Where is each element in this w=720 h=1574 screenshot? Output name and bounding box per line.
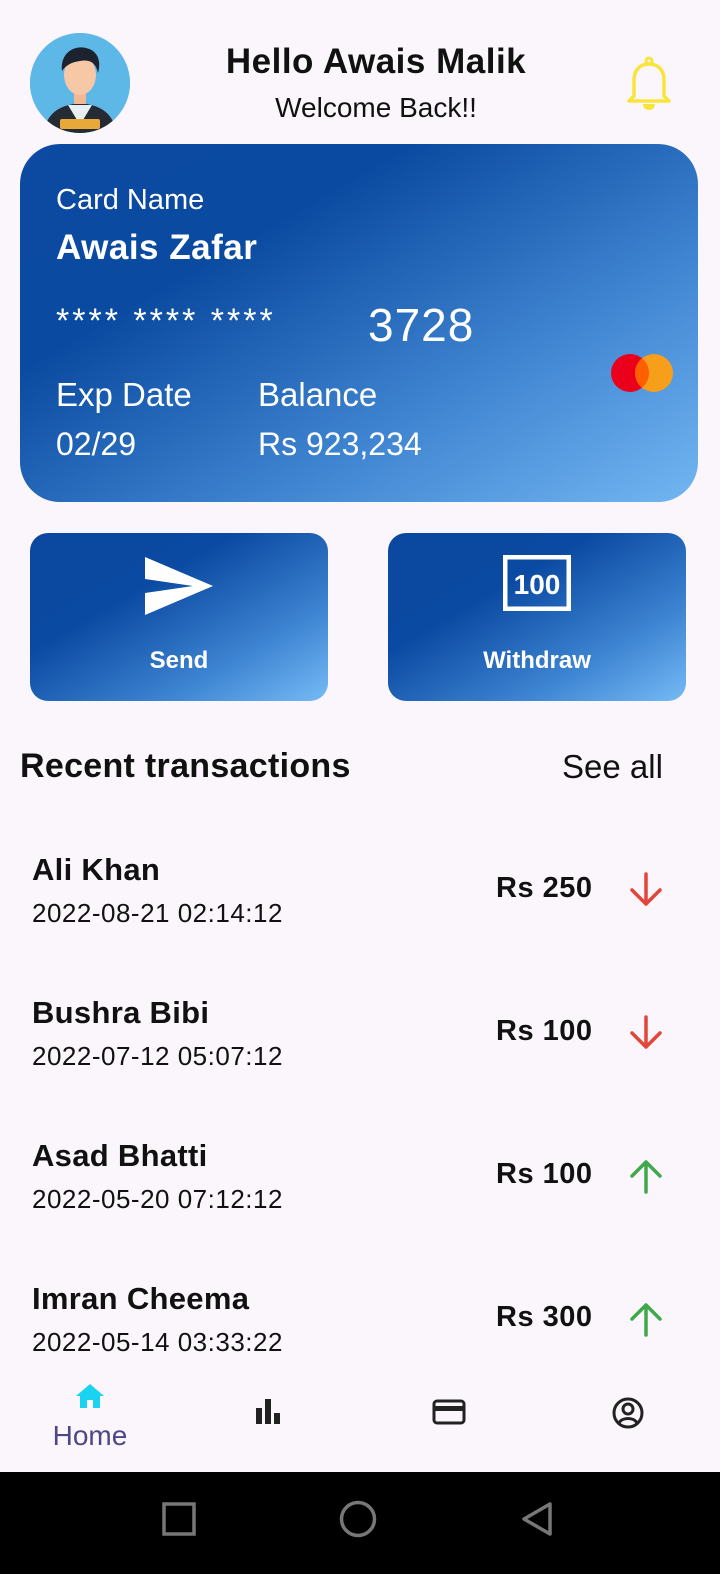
card-number-masked: **** **** **** [56,302,276,340]
transaction-date: 2022-05-20 07:12:12 [32,1184,283,1214]
see-all-link[interactable]: See all [562,748,663,786]
transaction-amount: Rs 100 [496,1015,593,1047]
card-holder-name: Awais Zafar [56,228,258,267]
bottom-navigation: Home [0,1360,720,1472]
bar-chart-icon [252,1396,284,1428]
nav-item-profile[interactable] [537,1360,717,1472]
mastercard-logo-icon [610,353,674,398]
nav-item-cards[interactable] [358,1360,538,1472]
recent-apps-icon[interactable] [162,1502,196,1541]
transaction-date: 2022-07-12 05:07:12 [32,1041,283,1071]
nav-home-label: Home [52,1420,128,1451]
greeting-title: Hello Awais Malik [225,42,527,81]
nav-item-stats[interactable] [178,1360,358,1472]
transaction-amount: Rs 100 [496,1158,593,1190]
list-item[interactable]: Asad Bhatti 2022-05-20 07:12:12 Rs 100 [0,1138,720,1258]
system-navigation-bar [0,1472,720,1574]
send-button[interactable]: Send [30,533,328,701]
back-triangle-icon[interactable] [520,1501,556,1542]
send-label: Send [149,647,209,674]
card-number-last-digits: 3728 [368,299,475,351]
arrow-down-icon [627,1013,665,1053]
transaction-name: Bushra Bibi [32,995,210,1030]
credit-card-icon [432,1396,466,1428]
withdraw-button[interactable]: 100 Withdraw [388,533,686,701]
transaction-amount: Rs 250 [496,872,593,904]
exp-date-value: 02/29 [56,426,137,462]
balance-value: Rs 923,234 [258,426,422,462]
arrow-up-icon [627,1156,665,1196]
nav-item-home[interactable]: Home [0,1360,180,1472]
transaction-amount: Rs 300 [496,1301,593,1333]
recent-transactions-title: Recent transactions [20,747,351,785]
notification-bell-icon[interactable] [626,56,672,110]
greeting-subtitle: Welcome Back!! [275,92,477,123]
home-icon [74,1380,106,1412]
list-item[interactable]: Ali Khan 2022-08-21 02:14:12 Rs 250 [0,852,720,972]
transaction-name: Ali Khan [32,852,161,887]
header: Hello Awais Malik Welcome Back!! [0,0,720,140]
transaction-name: Asad Bhatti [32,1138,208,1173]
bank-card[interactable]: Card Name Awais Zafar **** **** **** 372… [20,144,698,502]
account-circle-icon [611,1396,644,1429]
money-bill-icon: 100 [388,554,686,616]
arrow-up-icon [627,1299,665,1339]
list-item[interactable]: Bushra Bibi 2022-07-12 05:07:12 Rs 100 [0,995,720,1115]
transaction-name: Imran Cheema [32,1281,250,1316]
transaction-date: 2022-05-14 03:33:22 [32,1327,283,1357]
exp-date-label: Exp Date [56,376,192,413]
withdraw-label: Withdraw [483,647,591,674]
card-name-label: Card Name [56,184,205,216]
withdraw-icon-text: 100 [514,569,561,600]
home-circle-icon[interactable] [339,1500,377,1543]
send-icon [30,555,328,622]
balance-label: Balance [258,376,378,413]
transaction-date: 2022-08-21 02:14:12 [32,898,283,928]
arrow-down-icon [627,870,665,910]
